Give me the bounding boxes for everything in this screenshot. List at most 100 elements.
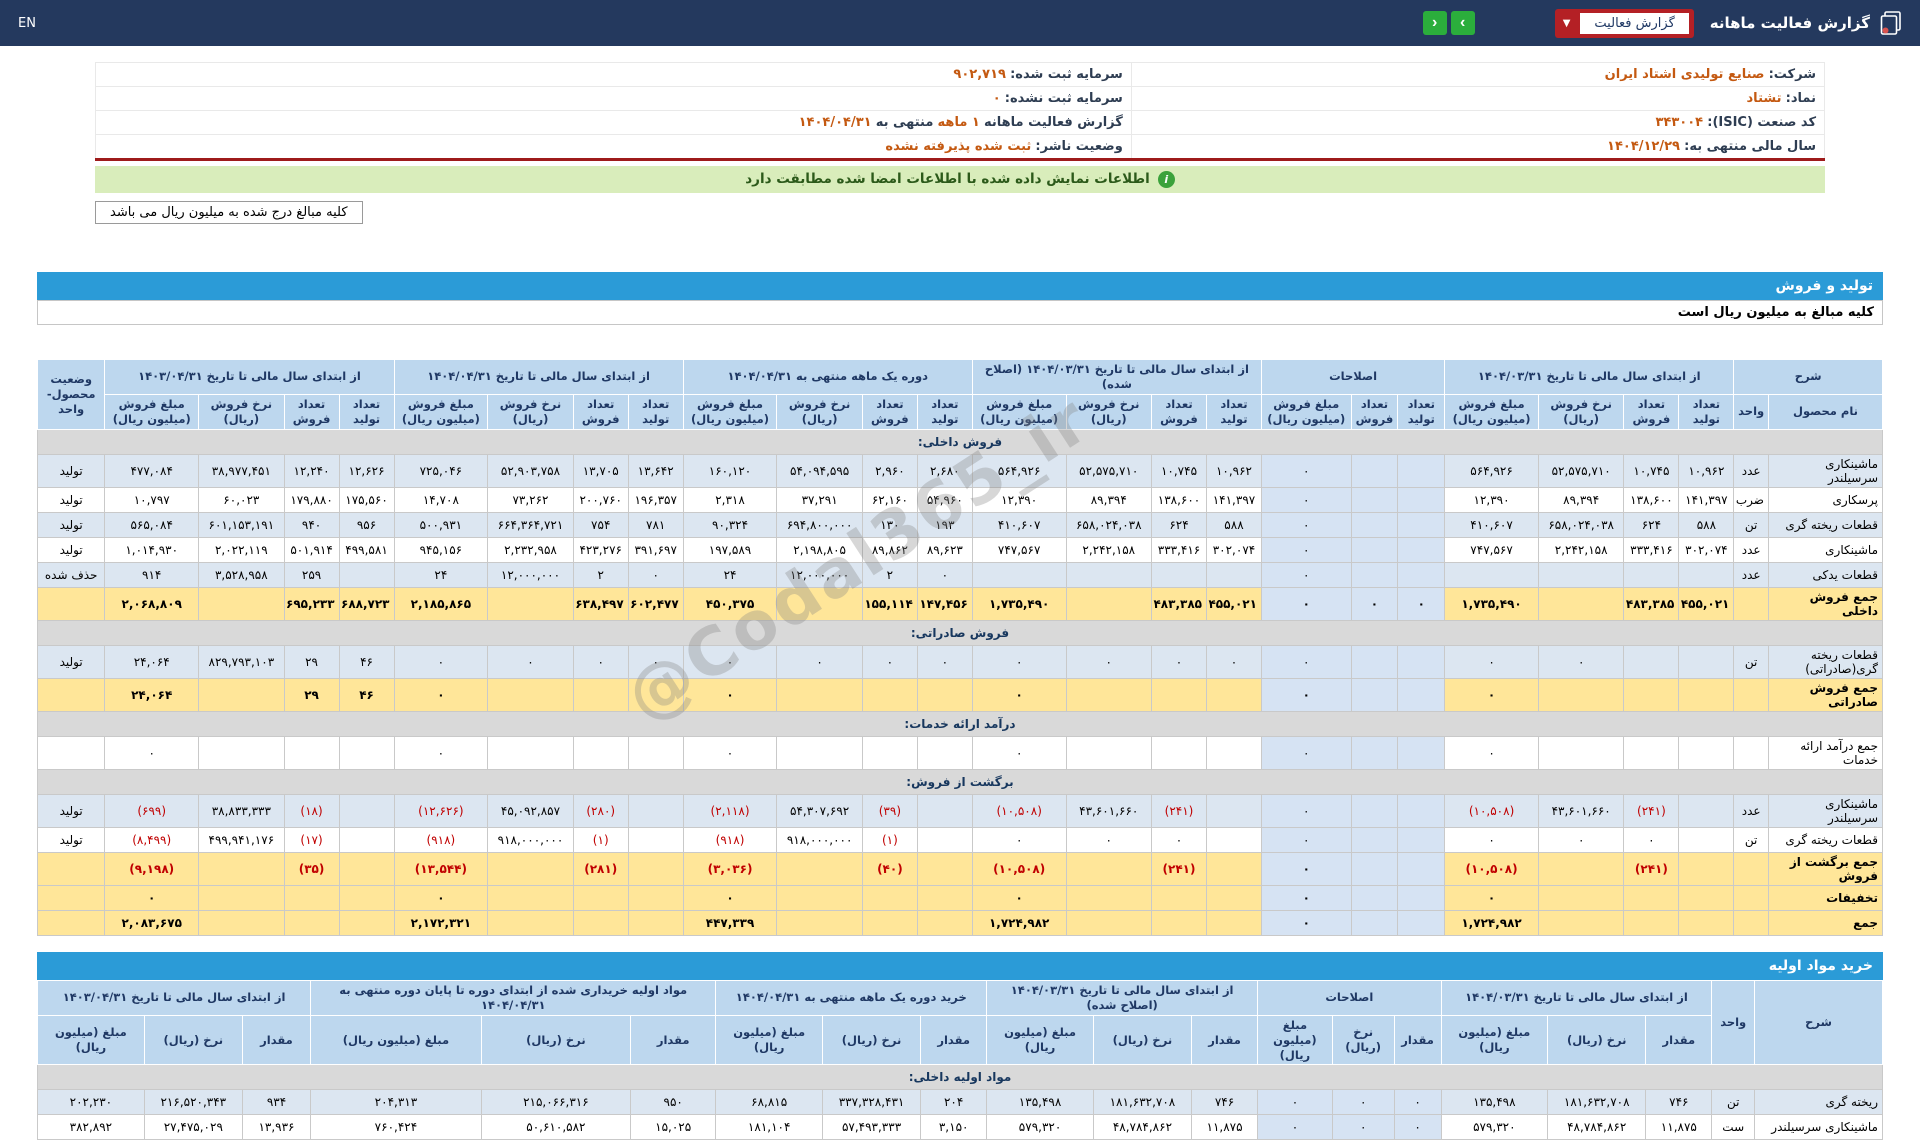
value-cell: ۹۱۸,۰۰۰,۰۰۰ xyxy=(487,826,574,853)
value-cell: ۴۹۹,۹۴۱,۱۷۶ xyxy=(198,826,285,853)
value-cell xyxy=(1733,735,1769,770)
column-header: مبلغ فروش (میلیون ریال) xyxy=(682,393,778,430)
value-cell: ۱۲,۰۰۰,۰۰۰ xyxy=(776,561,863,588)
info-cell: سرمایه ثبت نشده: ۰ xyxy=(95,86,1132,111)
next-report-button[interactable]: › xyxy=(1450,11,1475,35)
value-cell: (۳۹) xyxy=(861,793,918,828)
value-cell: ۸۹,۳۹۴ xyxy=(1537,486,1625,513)
value-cell: ۲,۳۱۸ xyxy=(682,486,778,513)
column-header: نام محصول xyxy=(1767,393,1884,430)
value-cell xyxy=(776,851,863,886)
value-cell: ۰ xyxy=(1393,1089,1442,1116)
value-cell xyxy=(1205,677,1262,712)
section-label: برگشت از فروش: xyxy=(37,768,1883,795)
table-row: ماشینکاری سرسیلندر ست ۱۱,۸۷۵ ۴۸,۷۸۴,۸۶۲ ۵۷۹,… xyxy=(37,1114,1883,1140)
column-header: نرخ فروش (ریال) xyxy=(198,393,285,430)
value-cell xyxy=(861,677,918,712)
value-cell: ۱,۰۱۴,۹۳۰ xyxy=(104,536,200,563)
value-cell xyxy=(1065,884,1153,911)
column-header: نرخ فروش (ریال) xyxy=(776,393,863,430)
value-cell: ۰ xyxy=(1393,1114,1442,1140)
value-cell xyxy=(1350,909,1399,936)
column-header: مقدار xyxy=(920,1014,988,1066)
value-cell: ۰ xyxy=(1260,793,1352,828)
value-cell: (۱۳,۵۴۴) xyxy=(393,851,489,886)
column-group-header: از ابتدای سال مالی تا تاریخ ۱۴۰۳/۰۴/۳۱ xyxy=(36,979,312,1016)
value-cell: ۱۹۷,۵۸۹ xyxy=(682,536,778,563)
product-name-cell: تخفیفات xyxy=(1767,884,1884,911)
value-cell xyxy=(338,826,395,853)
column-header: مبلغ (میلیون ریال) xyxy=(1257,1014,1333,1066)
value-cell xyxy=(1350,793,1399,828)
value-cell: (۲۸۱) xyxy=(572,851,629,886)
value-cell: ۰ xyxy=(572,644,629,679)
column-header: تعداد تولید xyxy=(1397,393,1446,430)
production-sales-table-wrap: شرح از ابتدای سال مالی تا تاریخ ۱۴۰۴/۰۳/۳… xyxy=(36,359,1884,936)
value-cell: ۷۵۴ xyxy=(572,511,629,538)
value-cell: ۰ xyxy=(1537,826,1625,853)
value-cell: ۰ xyxy=(1444,644,1539,679)
column-header: نرخ فروش (ریال) xyxy=(487,393,574,430)
value-cell: ۵۷,۴۹۳,۳۳۳ xyxy=(821,1114,922,1140)
prev-report-button[interactable]: ‹ xyxy=(1422,11,1447,35)
value-cell xyxy=(776,586,863,621)
value-cell: ۹۳۴ xyxy=(241,1089,312,1116)
value-cell: ۴۵۵,۰۲۱ xyxy=(1678,586,1735,621)
value-cell: ۲۰۰,۷۶۰ xyxy=(572,486,629,513)
value-cell: ۲۴,۰۶۴ xyxy=(104,677,200,712)
value-cell: ۱۵,۰۲۵ xyxy=(630,1114,717,1140)
product-name-cell: جمع فروش صادراتی xyxy=(1767,677,1884,712)
value-cell: (۱۰,۵۰۸) xyxy=(1444,851,1539,886)
value-cell xyxy=(1151,561,1207,588)
value-cell xyxy=(36,586,106,621)
field-value: ۰ xyxy=(992,91,1001,106)
value-cell: (۲۸۰) xyxy=(572,793,629,828)
field-label: شرکت: xyxy=(1768,67,1816,82)
value-cell xyxy=(487,909,574,936)
value-cell: (۱۰,۵۰۸) xyxy=(1444,793,1539,828)
report-type-dropdown[interactable]: گزارش فعالیت ▼ xyxy=(1554,8,1694,38)
value-cell: ۰ xyxy=(916,561,973,588)
value-cell xyxy=(338,735,395,770)
value-cell: ۱۳۸,۶۰۰ xyxy=(1623,486,1680,513)
value-cell: ۹۴۰ xyxy=(283,511,340,538)
value-cell: ۰ xyxy=(1350,586,1399,621)
value-cell xyxy=(1678,735,1735,770)
value-cell: تولید xyxy=(36,536,106,563)
column-header: تعداد فروش xyxy=(1623,393,1680,430)
value-cell: ۱۳۰ xyxy=(861,511,918,538)
value-cell xyxy=(1537,735,1625,770)
value-cell: ۷۴۷,۵۶۷ xyxy=(971,536,1067,563)
value-cell: ۰ xyxy=(1065,826,1153,853)
value-cell xyxy=(1397,486,1446,513)
field-value: صنایع تولیدی اشتاد ایران xyxy=(1604,67,1765,82)
value-cell xyxy=(338,884,395,911)
value-cell xyxy=(1537,851,1625,886)
value-cell: ۶۸,۸۱۵ xyxy=(715,1089,823,1116)
value-cell xyxy=(1444,561,1539,588)
language-toggle[interactable]: EN xyxy=(18,16,36,31)
product-name-cell: قطعات ریخته گری xyxy=(1767,826,1884,853)
value-cell: ۰ xyxy=(1260,486,1352,513)
value-cell: ۰ xyxy=(1151,826,1207,853)
chevron-down-icon: ▼ xyxy=(1562,17,1571,29)
info-cell: سال مالی منتهی به: ۱۴۰۴/۱۲/۲۹ xyxy=(1130,134,1826,160)
value-cell: (۲,۱۱۸) xyxy=(682,793,778,828)
section-label: مواد اولیه داخلی: xyxy=(37,1064,1883,1091)
value-cell xyxy=(36,677,106,712)
value-cell: ۸۹,۶۲۳ xyxy=(916,536,973,563)
value-cell: ۴۸۳,۳۸۵ xyxy=(1151,586,1207,621)
table-row: جمع ۱,۷۲۴,۹۸۲ ۰ ۱,۷۲۴,۹۸۲ ۴۴۷,۳۳۹ ۲,۱۷۲,۳۲۱ ۲,… xyxy=(36,909,1884,936)
table-row: تخفیفات ۰ ۰ ۰ ۰ ۰ ۰ xyxy=(36,884,1884,911)
value-cell xyxy=(1678,793,1735,828)
value-cell xyxy=(1678,561,1735,588)
value-cell: ۳۹۱,۶۹۷ xyxy=(627,536,684,563)
value-cell: ۰ xyxy=(1260,735,1352,770)
value-cell: عدد xyxy=(1733,793,1769,828)
signed-info-banner: i اطلاعات نمایش داده شده با اطلاعات امضا … xyxy=(95,166,1825,193)
value-cell: ۶۰۲,۴۷۷ xyxy=(627,586,684,621)
value-cell: (۳,۰۳۶) xyxy=(682,851,778,886)
value-cell: ۲ xyxy=(861,561,918,588)
value-cell: ۱۲,۰۰۰,۰۰۰ xyxy=(487,561,574,588)
value-cell: ۰ xyxy=(1151,644,1207,679)
